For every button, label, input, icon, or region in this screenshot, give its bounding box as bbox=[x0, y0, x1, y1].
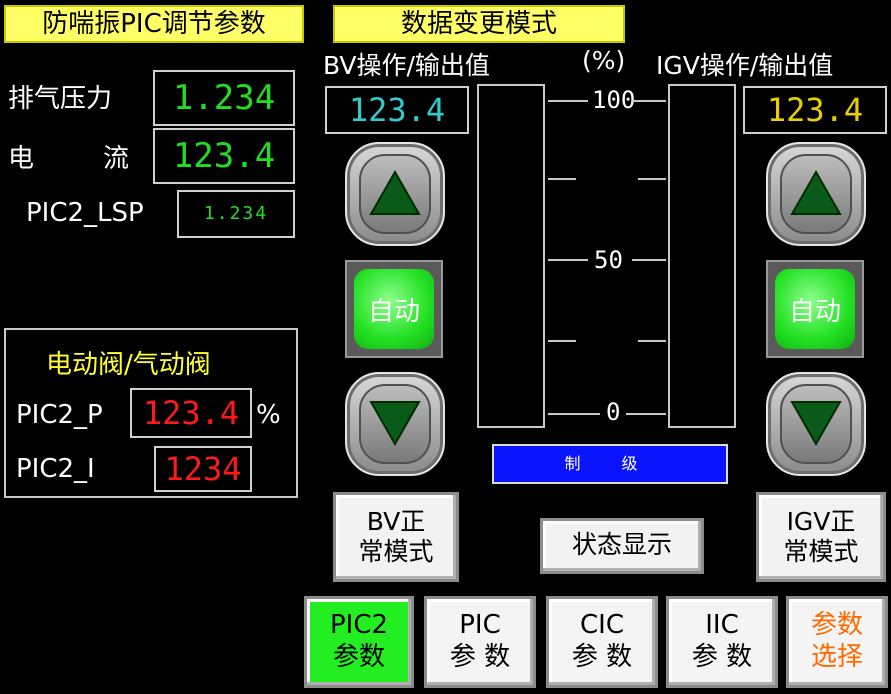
bv-mode-line1: BV正 bbox=[366, 507, 426, 536]
bv-down-button-face bbox=[359, 384, 431, 464]
tab-param-select[interactable]: 参数 选择 bbox=[786, 596, 888, 688]
tab-pic2-params[interactable]: PIC2 参数 bbox=[304, 596, 414, 688]
scale-tick bbox=[548, 100, 588, 102]
tab-iic-line1: IIC bbox=[705, 610, 739, 640]
scale-tick bbox=[548, 178, 576, 180]
tab-iic-params[interactable]: IIC 参 数 bbox=[666, 596, 778, 688]
bv-up-button-face bbox=[359, 154, 431, 234]
tab-pic2-line1: PIC2 bbox=[329, 610, 389, 640]
scale-tick bbox=[638, 340, 666, 342]
igv-auto-button[interactable]: 自动 bbox=[766, 260, 864, 358]
igv-up-button[interactable] bbox=[766, 142, 866, 246]
mode-badge: 数据变更模式 bbox=[333, 5, 625, 43]
triangle-down-icon bbox=[369, 401, 421, 446]
lsp-label: PIC2_LSP bbox=[26, 198, 144, 228]
igv-mode-line1: IGV正 bbox=[786, 507, 856, 536]
igv-down-button[interactable] bbox=[766, 372, 866, 476]
scale-tick bbox=[626, 413, 666, 415]
bv-auto-button[interactable]: 自动 bbox=[345, 260, 443, 358]
lsp-field[interactable]: 1.234 bbox=[177, 190, 295, 238]
scale-tick bbox=[638, 178, 666, 180]
scale-tick bbox=[632, 259, 666, 261]
bv-value-field[interactable]: 123.4 bbox=[325, 86, 469, 134]
igv-output-bar bbox=[668, 84, 736, 428]
tab-pic2-line2: 参数 bbox=[332, 642, 385, 672]
tab-cic-line1: CIC bbox=[580, 610, 624, 640]
exhaust-pressure-field[interactable]: 1.234 bbox=[153, 70, 295, 126]
bv-output-bar bbox=[477, 84, 545, 428]
tab-pic-line1: PIC bbox=[459, 610, 501, 640]
current-field[interactable]: 123.4 bbox=[153, 128, 295, 184]
exhaust-pressure-label: 排气压力 bbox=[8, 84, 113, 114]
triangle-up-icon bbox=[369, 170, 421, 215]
valve-panel: 电动阀/气动阀 PIC2_P 123.4 % PIC2_I 1234 bbox=[4, 328, 298, 498]
triangle-down-icon bbox=[790, 401, 842, 446]
scale-label-100: 100 bbox=[592, 86, 636, 114]
bv-up-button[interactable] bbox=[345, 142, 445, 246]
page-title: 防喘振PIC调节参数 bbox=[4, 5, 304, 43]
pic2-i-label: PIC2_I bbox=[16, 454, 95, 484]
tab-select-line2: 选择 bbox=[810, 642, 863, 672]
tab-pic-line2: 参 数 bbox=[449, 642, 511, 672]
scale-label-0: 0 bbox=[606, 398, 621, 426]
pic2-p-field[interactable]: 123.4 bbox=[130, 388, 252, 438]
bv-title: BV操作/输出值 bbox=[323, 51, 490, 80]
pic2-p-label: PIC2_P bbox=[16, 400, 103, 430]
igv-title: IGV操作/输出值 bbox=[656, 51, 834, 80]
status-indicator: 制 级 bbox=[492, 444, 728, 484]
tab-select-line1: 参数 bbox=[810, 610, 863, 640]
tab-cic-line2: 参 数 bbox=[571, 642, 633, 672]
bv-mode-line2: 常模式 bbox=[358, 537, 434, 566]
tab-pic-params[interactable]: PIC 参 数 bbox=[424, 596, 536, 688]
scale-label-50: 50 bbox=[594, 246, 623, 274]
bv-down-button[interactable] bbox=[345, 372, 445, 476]
igv-normal-mode-button[interactable]: IGV正 常模式 bbox=[756, 492, 886, 582]
scale-tick bbox=[548, 259, 588, 261]
current-label-b: 流 bbox=[103, 144, 130, 174]
pic2-i-field[interactable]: 1234 bbox=[154, 446, 252, 492]
pic2-p-unit: % bbox=[256, 400, 281, 430]
igv-up-button-face bbox=[780, 154, 852, 234]
triangle-up-icon bbox=[790, 170, 842, 215]
scale-tick bbox=[632, 100, 666, 102]
igv-down-button-face bbox=[780, 384, 852, 464]
status-display-button[interactable]: 状态显示 bbox=[540, 518, 704, 574]
scale-tick bbox=[548, 413, 600, 415]
valve-panel-title: 电动阀/气动阀 bbox=[46, 350, 211, 380]
bv-normal-mode-button[interactable]: BV正 常模式 bbox=[333, 492, 459, 582]
tab-cic-params[interactable]: CIC 参 数 bbox=[546, 596, 658, 688]
igv-auto-label: 自动 bbox=[775, 269, 855, 349]
tab-iic-line2: 参 数 bbox=[691, 642, 753, 672]
igv-value-field[interactable]: 123.4 bbox=[743, 86, 887, 134]
status-display-label: 状态显示 bbox=[571, 530, 672, 559]
scale-unit: (%) bbox=[582, 46, 626, 75]
igv-mode-line2: 常模式 bbox=[783, 537, 859, 566]
current-label-a: 电 bbox=[8, 144, 35, 174]
scale-tick bbox=[548, 340, 576, 342]
bv-auto-label: 自动 bbox=[354, 269, 434, 349]
